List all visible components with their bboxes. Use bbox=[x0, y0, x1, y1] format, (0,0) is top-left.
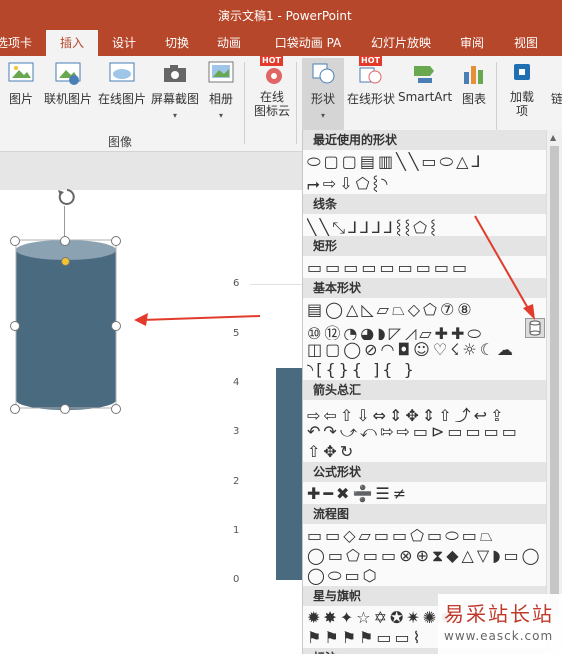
shape-row-recent[interactable]: ⮣⇨⇩⬠⸾◝ bbox=[307, 172, 545, 192]
scroll-thumb[interactable] bbox=[550, 146, 559, 616]
resize-handle[interactable] bbox=[111, 404, 121, 414]
y-tick-label: 6 bbox=[233, 278, 240, 289]
rotate-handle-line bbox=[64, 206, 65, 240]
link-icon bbox=[551, 60, 562, 86]
album-button[interactable]: 相册 ▾ bbox=[204, 60, 238, 121]
ribbon-separator bbox=[244, 62, 245, 144]
y-tick-label: 1 bbox=[233, 525, 240, 536]
y-tick-label: 3 bbox=[233, 426, 240, 437]
shapes-gallery: 最近使用的形状 ⬭▢▢▤▥╲╲▭⬭△⅃ ⮣⇨⇩⬠⸾◝ 线条 ╲╲⤡⅃⅃⅃⅃⸾⸾⬠… bbox=[302, 130, 562, 654]
y-tick-label: 2 bbox=[233, 476, 240, 487]
hot-badge: HOT bbox=[260, 56, 283, 66]
section-arrows: 箭头总汇 bbox=[303, 380, 547, 400]
red-arrow-icon bbox=[134, 313, 261, 326]
tab-insert[interactable]: 插入 bbox=[46, 30, 98, 56]
watermark-url: www.easck.com bbox=[444, 629, 554, 643]
hot-badge: HOT bbox=[359, 56, 382, 66]
scroll-up-icon[interactable]: ▲ bbox=[550, 133, 556, 142]
link-button[interactable]: 链 bbox=[550, 60, 562, 107]
picture-icon bbox=[7, 60, 35, 86]
shape-row-flowchart[interactable]: ◯▭⬠▭▭⊗⊕⧗◆△▽◗▭◯ bbox=[307, 546, 545, 566]
chevron-down-icon: ▾ bbox=[172, 111, 177, 120]
tab-view[interactable]: 视图 bbox=[504, 30, 548, 56]
screenshot-button[interactable]: 屏幕截图 ▾ bbox=[148, 60, 202, 121]
adjust-handle[interactable] bbox=[61, 257, 70, 266]
cloud-picture-icon bbox=[108, 60, 136, 86]
picture-button[interactable]: 图片 bbox=[4, 60, 38, 107]
ribbon-separator bbox=[296, 62, 297, 144]
window-title: 演示文稿1 - PowerPoint bbox=[218, 9, 352, 23]
resize-handle[interactable] bbox=[111, 236, 121, 246]
tab-review[interactable]: 审阅 bbox=[450, 30, 494, 56]
chevron-down-icon: ▾ bbox=[320, 111, 325, 120]
tab-slideshow[interactable]: 幻灯片放映 bbox=[366, 30, 436, 56]
section-recent: 最近使用的形状 bbox=[303, 130, 547, 150]
tab-transitions[interactable]: 切换 bbox=[154, 30, 200, 56]
tab-design[interactable]: 设计 bbox=[100, 30, 148, 56]
camera-icon bbox=[161, 60, 189, 86]
store-icon bbox=[508, 60, 536, 86]
shape-row-arrows[interactable]: ⇨⇦⇧⇩⇔⇕✥⇕⇧⤴↩⇪ bbox=[307, 402, 545, 422]
resize-handle[interactable] bbox=[60, 404, 70, 414]
shape-row-arrows[interactable]: ↶↷⤻⤺⇰⇨▭⊳▭▭▭▭ bbox=[307, 422, 545, 442]
watermark: 易采站长站 www.easck.com bbox=[438, 594, 562, 654]
shape-row-equation[interactable]: ✚━✖➗☰≠ bbox=[307, 484, 545, 504]
smartart-button[interactable]: SmartArt bbox=[398, 60, 452, 104]
resize-handle[interactable] bbox=[10, 321, 20, 331]
shapes-icon bbox=[309, 60, 337, 86]
resize-handle[interactable] bbox=[10, 404, 20, 414]
slide-canvas[interactable] bbox=[0, 189, 302, 654]
shape-row-arrows[interactable]: ⇧✥↻ bbox=[307, 442, 545, 462]
watermark-text: 易采站长站 bbox=[444, 602, 554, 626]
shapes-button[interactable]: 形状 ▾ bbox=[302, 58, 344, 130]
resize-handle[interactable] bbox=[111, 321, 121, 331]
gear-icon: HOT bbox=[258, 56, 286, 86]
shape-row-flowchart[interactable]: ◯⬭▭⬡ bbox=[307, 566, 545, 586]
album-icon bbox=[207, 60, 235, 86]
online-picture-button[interactable]: 联机图片 bbox=[42, 60, 94, 107]
online-icons-button[interactable]: HOT 在线 图标云 bbox=[252, 56, 292, 118]
shape-row-recent[interactable]: ⬭▢▢▤▥╲╲▭⬭△⅃ bbox=[307, 152, 545, 172]
images-group-label: 图像 bbox=[108, 135, 133, 149]
chevron-down-icon: ▾ bbox=[218, 111, 223, 120]
chart-icon bbox=[460, 60, 488, 86]
addins-button[interactable]: 加载 项 bbox=[504, 60, 540, 118]
y-tick-label: 5 bbox=[233, 328, 240, 339]
resize-handle[interactable] bbox=[60, 236, 70, 246]
section-equation: 公式形状 bbox=[303, 462, 547, 482]
resize-handle[interactable] bbox=[10, 236, 20, 246]
rotate-handle-icon[interactable] bbox=[52, 184, 82, 212]
chart-bar[interactable] bbox=[276, 368, 302, 580]
tab-options[interactable]: 选项卡 bbox=[0, 30, 36, 56]
smartart-icon bbox=[410, 60, 438, 86]
shape-row-flowchart[interactable]: ▭▭◇▱▭▭⬠▭⬭▭⏢ bbox=[307, 526, 545, 546]
red-arrow-icon bbox=[474, 215, 535, 320]
title-bar: 演示文稿1 - PowerPoint bbox=[0, 0, 562, 30]
online-shapes-button[interactable]: HOT 在线形状 bbox=[346, 56, 396, 107]
online-shapes-icon: HOT bbox=[357, 56, 385, 86]
ribbon-tabs: 选项卡 插入 设计 切换 动画 口袋动画 PA 幻灯片放映 审阅 视图 bbox=[0, 30, 562, 56]
online-picture-icon bbox=[54, 60, 82, 86]
gallery-scrollbar[interactable]: ▲ bbox=[546, 130, 562, 654]
chart-button[interactable]: 图表 bbox=[458, 60, 490, 107]
tab-pocket-animation[interactable]: 口袋动画 PA bbox=[270, 30, 346, 56]
section-flowchart: 流程图 bbox=[303, 504, 547, 524]
shape-row-basic[interactable]: ◝[{}{ ]{ } bbox=[307, 360, 545, 380]
y-tick-label: 0 bbox=[233, 574, 240, 585]
online-picture2-button[interactable]: 在线图片 bbox=[96, 60, 148, 107]
section-lines: 线条 bbox=[303, 194, 547, 214]
shape-row-basic[interactable]: ◫▢◯⊘◠◘☺♡☇☼☾☁ bbox=[307, 340, 545, 360]
chart-gridline bbox=[250, 284, 302, 285]
y-tick-label: 4 bbox=[233, 377, 240, 388]
tab-animations[interactable]: 动画 bbox=[206, 30, 252, 56]
